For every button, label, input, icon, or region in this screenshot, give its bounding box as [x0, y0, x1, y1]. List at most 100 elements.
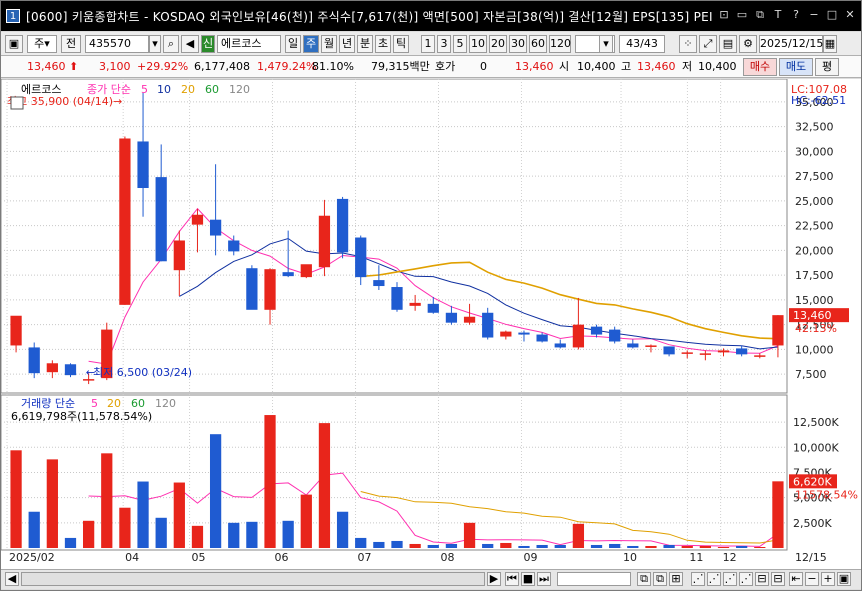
box-icon[interactable]: ⊟: [771, 572, 785, 586]
candle-body: [373, 280, 385, 287]
market-badge: 신: [201, 35, 215, 53]
help-icon[interactable]: ?: [789, 8, 803, 22]
period-button[interactable]: 틱: [393, 35, 409, 53]
restore-icon[interactable]: ▭: [735, 8, 749, 22]
volume-bar: [463, 522, 476, 548]
volume: 6,177,408: [194, 60, 250, 73]
stock-name[interactable]: 에르코스: [217, 35, 281, 53]
open-value: 10,400: [577, 60, 616, 73]
buy-button[interactable]: 매수: [743, 58, 777, 76]
interval-dropdown-icon[interactable]: ▾: [599, 35, 613, 53]
candle-body: [699, 353, 711, 355]
search-icon[interactable]: ⌕: [163, 35, 179, 53]
trend-icon[interactable]: ⋰: [707, 572, 721, 586]
settings-icon[interactable]: T: [771, 8, 785, 22]
zoom-out-icon[interactable]: −: [805, 572, 819, 586]
grid-icon[interactable]: ⁘: [679, 35, 697, 53]
candle-body: [645, 345, 657, 347]
candle-body: [536, 334, 548, 342]
period-button[interactable]: 분: [357, 35, 373, 53]
volume-bar: [627, 545, 639, 548]
candle-body: [627, 343, 639, 348]
x-tick-label: 04: [125, 551, 139, 564]
panel-menu-icon[interactable]: [10, 96, 24, 110]
candlestick-chart[interactable]: 35,00032,50030,00027,50025,00022,50020,0…: [0, 78, 861, 569]
last-icon[interactable]: ⏭: [537, 572, 551, 586]
calendar-icon[interactable]: ▦: [823, 35, 837, 53]
scroll-left-icon[interactable]: ◀: [5, 572, 19, 586]
interval-button[interactable]: 1: [421, 35, 435, 53]
code-dropdown-icon[interactable]: ▾: [149, 35, 161, 53]
shrink-icon[interactable]: ⇤: [789, 572, 803, 586]
candle-body: [10, 315, 22, 346]
zoom-in-icon[interactable]: +: [821, 572, 835, 586]
price-tick-label: 27,500: [795, 170, 834, 183]
candle-body: [119, 138, 131, 305]
sound-icon[interactable]: ◀: [181, 35, 199, 53]
scroll-right-icon[interactable]: ▶: [487, 572, 501, 586]
copy-icon[interactable]: ⧉: [637, 572, 651, 586]
period-button[interactable]: 년: [339, 35, 355, 53]
prev-button[interactable]: 전: [61, 35, 81, 53]
line-icon[interactable]: ⋰: [723, 572, 737, 586]
period-button[interactable]: 일: [285, 35, 301, 53]
candle-body: [445, 312, 458, 323]
period-select[interactable]: 주▾: [27, 35, 57, 53]
interval-button[interactable]: 5: [453, 35, 467, 53]
x-tick-label: 09: [523, 551, 537, 564]
volume-bar: [373, 541, 385, 548]
price-tick-label: 22,500: [795, 220, 834, 233]
fib-icon[interactable]: ⋰: [739, 572, 753, 586]
stop-icon[interactable]: ■: [521, 572, 535, 586]
period-button[interactable]: 초: [375, 35, 391, 53]
date-input[interactable]: 2025/12/15: [759, 35, 823, 53]
zoom-slider[interactable]: [557, 572, 631, 586]
current-price-value: 13,460: [27, 60, 66, 73]
tile-icon[interactable]: ⧉: [753, 8, 767, 22]
candle-body: [228, 240, 240, 252]
channel-icon[interactable]: ⊟: [755, 572, 769, 586]
legend-ma-item: 60: [205, 83, 219, 96]
link-icon[interactable]: ⊡: [717, 8, 731, 22]
code-input[interactable]: 435570: [85, 35, 149, 53]
turnover: 81.10%: [312, 60, 354, 73]
interval-button[interactable]: 10: [469, 35, 487, 53]
candle-body: [572, 324, 585, 348]
toolbar: ▣ 주▾ 전 435570 ▾ ⌕ ◀ 신 에르코스 일주월년분초틱 1 3 5 10…: [1, 32, 861, 56]
tool-icon[interactable]: ⊞: [669, 572, 683, 586]
volume-bar: [64, 537, 77, 548]
interval-button[interactable]: 3: [437, 35, 451, 53]
period-button[interactable]: 주: [303, 35, 319, 53]
volume-bar: [645, 545, 657, 548]
volume-bar: [590, 544, 603, 548]
interval-button[interactable]: 30: [509, 35, 527, 53]
sell-button[interactable]: 매도: [779, 58, 813, 76]
price-tick-label: 25,000: [795, 195, 834, 208]
chart-area[interactable]: 35,000 32,500 30,000 27,500 25,000 22,500 20,0…: [0, 78, 861, 569]
chart-check-icon[interactable]: ⤢: [699, 35, 717, 53]
close-icon[interactable]: ✕: [843, 8, 857, 22]
period-button[interactable]: 월: [321, 35, 337, 53]
save-icon[interactable]: ▤: [719, 35, 737, 53]
volume-bar: [663, 544, 675, 548]
scroll-track[interactable]: [21, 572, 485, 586]
volume-legend-item: 60: [131, 397, 145, 410]
layout-icon[interactable]: ▣: [5, 35, 23, 53]
fit-icon[interactable]: ▣: [837, 572, 851, 586]
grid-lines: [0, 78, 788, 551]
maximize-icon[interactable]: □: [825, 8, 839, 22]
paste-icon[interactable]: ⧉: [653, 572, 667, 586]
interval-button[interactable]: 120: [549, 35, 571, 53]
price-tick-label: 7,500: [795, 368, 827, 381]
pct-tag: 42.13%: [795, 322, 837, 335]
draw-icon[interactable]: ⋰: [691, 572, 705, 586]
interval-button[interactable]: 60: [529, 35, 547, 53]
volume-bar: [699, 545, 711, 548]
gear-icon[interactable]: ⚙: [739, 35, 757, 53]
interval-button[interactable]: 20: [489, 35, 507, 53]
legend-ma-item: 120: [229, 83, 250, 96]
horizontal-scrollbar[interactable]: ◀ ▶ ⏮ ■ ⏭ ⧉ ⧉ ⊞ ⋰ ⋰ ⋰ ⋰ ⊟ ⊟ ⇤ − + ▣: [1, 569, 861, 589]
first-icon[interactable]: ⏮: [505, 572, 519, 586]
eval-button[interactable]: 평: [815, 58, 839, 76]
minimize-icon[interactable]: −: [807, 8, 821, 22]
